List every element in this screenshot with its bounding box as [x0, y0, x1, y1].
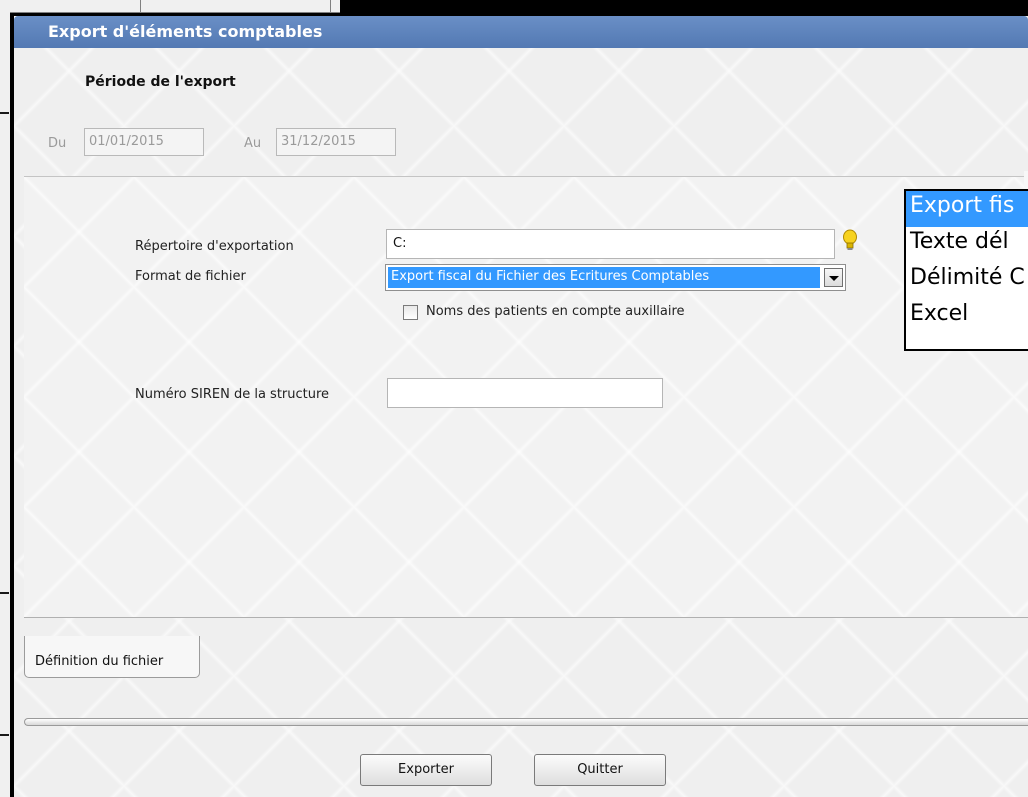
dropdown-option[interactable]: Texte dél [906, 227, 1028, 263]
background-column-cell [40, 0, 141, 12]
directory-input[interactable]: C: [386, 229, 835, 259]
background-edge-mark [0, 734, 9, 736]
period-heading: Période de l'export [85, 74, 236, 90]
patients-checkbox[interactable] [403, 305, 418, 320]
from-label: Du [48, 136, 67, 151]
horizontal-scrollbar[interactable] [24, 718, 1028, 726]
background-column-cell [140, 0, 331, 12]
tab-file-definition[interactable]: Définition du fichier [24, 636, 200, 678]
format-select-value: Export fiscal du Fichier des Ecritures C… [388, 267, 820, 288]
dropdown-option[interactable]: Export fis [906, 191, 1028, 227]
dropdown-edge [1024, 171, 1028, 189]
dialog-title: Export d'éléments comptables [48, 22, 323, 41]
format-dropdown-list[interactable]: Export fis Texte dél Délimité C Excel [904, 189, 1028, 351]
to-label: Au [244, 136, 262, 151]
chevron-down-icon[interactable] [824, 268, 843, 287]
to-date-field[interactable]: 31/12/2015 [276, 128, 396, 156]
patients-checkbox-label: Noms des patients en compte auxillaire [426, 304, 685, 319]
dropdown-option[interactable]: Excel [906, 299, 1028, 335]
directory-label: Répertoire d'exportation [135, 239, 294, 254]
dialog-title-bar[interactable]: Export d'éléments comptables [14, 16, 1028, 48]
lightbulb-hint-icon[interactable] [842, 229, 858, 253]
siren-label: Numéro SIREN de la structure [135, 387, 330, 402]
background-edge-mark [0, 112, 9, 114]
export-dialog: Export d'éléments comptables Période de … [14, 16, 1028, 797]
background-window-edge [0, 12, 10, 797]
siren-input[interactable] [387, 378, 663, 408]
format-label: Format de fichier [135, 269, 246, 284]
background-window-header [0, 0, 340, 13]
file-definition-panel: Répertoire d'exportation C: Format de fi… [24, 176, 1028, 618]
from-date-field[interactable]: 01/01/2015 [84, 128, 204, 156]
export-button[interactable]: Exporter [360, 754, 492, 786]
format-select[interactable]: Export fiscal du Fichier des Ecritures C… [385, 264, 846, 291]
dropdown-option[interactable]: Délimité C [906, 263, 1028, 299]
quit-button[interactable]: Quitter [534, 754, 666, 786]
background-edge-mark [0, 592, 9, 594]
